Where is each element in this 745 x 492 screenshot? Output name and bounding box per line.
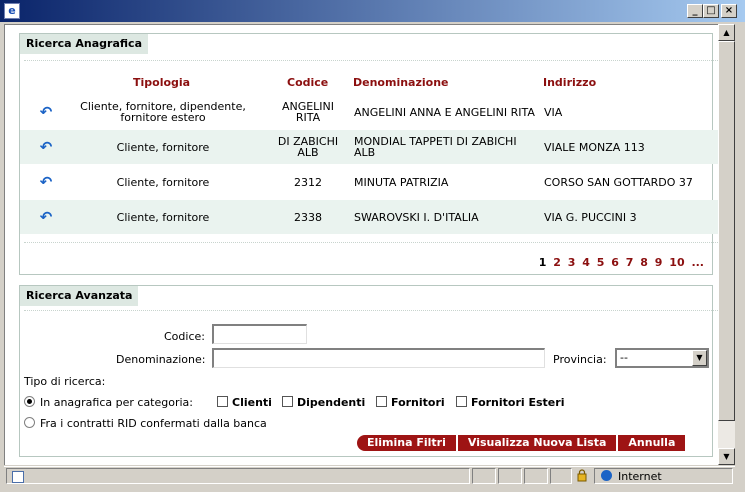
page-link[interactable]: 8 <box>640 256 648 269</box>
scroll-down-icon[interactable]: ▼ <box>718 448 735 465</box>
checkbox-fornitori-esteri-label: Fornitori Esteri <box>471 396 565 409</box>
zone-cell <box>594 468 733 484</box>
cell-denominazione: ANGELINI ANNA E ANGELINI RITA <box>354 105 535 119</box>
cell-denominazione: MINUTA PATRIZIA <box>354 175 449 189</box>
status-cell <box>550 468 572 484</box>
checkbox-clienti-label: Clienti <box>232 396 272 409</box>
visualizza-nuova-lista-button[interactable]: Visualizza Nuova Lista <box>457 435 619 451</box>
panel-title-anagrafica: Ricerca Anagrafica <box>20 34 149 54</box>
return-arrow-icon[interactable]: ↶ <box>34 95 58 129</box>
status-cell <box>524 468 548 484</box>
close-button[interactable]: × <box>721 4 737 18</box>
cell-tipologia: Cliente, fornitore <box>116 140 210 154</box>
cell-indirizzo: CORSO SAN GOTTARDO 37 <box>544 175 693 189</box>
codice-label: Codice: <box>164 330 205 343</box>
cell-denominazione: SWAROVSKI I. D'ITALIA <box>354 210 479 224</box>
page-link[interactable]: 2 <box>553 256 561 269</box>
cell-codice: 2312 <box>294 175 322 189</box>
status-bar: Internet <box>4 466 735 485</box>
annulla-button[interactable]: Annulla <box>618 435 688 451</box>
codice-input[interactable] <box>212 324 307 344</box>
checkbox-dipendenti[interactable] <box>282 396 293 407</box>
return-arrow-icon[interactable]: ↶ <box>34 200 58 234</box>
radio-rid[interactable] <box>24 417 35 428</box>
checkbox-fornitori-label: Fornitori <box>391 396 445 409</box>
chevron-down-icon[interactable]: ▼ <box>692 350 707 366</box>
cell-tipologia: Cliente, fornitore <box>116 175 210 189</box>
action-buttons: Elimina Filtri Visualizza Nuova Lista An… <box>357 435 688 451</box>
page-link[interactable]: 3 <box>568 256 576 269</box>
ie-app-icon[interactable]: e <box>4 3 20 19</box>
ricerca-avanzata-panel: Ricerca Avanzata Codice: Denominazione: … <box>19 285 722 457</box>
minimize-button[interactable]: _ <box>687 4 703 18</box>
radio-categoria-label: In anagrafica per categoria: <box>40 396 194 409</box>
table-row[interactable]: ↶ Cliente, fornitore, dipendente, fornit… <box>20 95 726 129</box>
tipo-ricerca-label: Tipo di ricerca: <box>24 375 106 388</box>
pagination: 1 2 3 4 5 6 7 8 9 10 ... <box>536 256 704 269</box>
status-text-cell <box>6 468 470 484</box>
provincia-selected-value: -- <box>620 351 628 364</box>
checkbox-fornitori[interactable] <box>376 396 387 407</box>
lock-icon <box>577 469 587 482</box>
title-bar: e _ □ × <box>0 0 745 22</box>
checkbox-fornitori-esteri[interactable] <box>456 396 467 407</box>
table-header: Tipologia Codice Denominazione Indirizzo <box>20 72 726 94</box>
cell-indirizzo: VIALE MONZA 113 <box>544 140 645 154</box>
page-icon <box>12 471 24 483</box>
cell-tipologia: Cliente, fornitore, dipendente, fornitor… <box>80 100 246 124</box>
page-link[interactable]: 9 <box>655 256 663 269</box>
return-arrow-icon[interactable]: ↶ <box>34 130 58 164</box>
cell-tipologia: Cliente, fornitore <box>116 210 210 224</box>
divider <box>24 242 722 243</box>
page-content: Ricerca Anagrafica Tipologia Codice Deno… <box>4 24 726 465</box>
col-indirizzo[interactable]: Indirizzo <box>543 76 596 89</box>
cell-indirizzo: VIA G. PUCCINI 3 <box>544 210 637 224</box>
checkbox-clienti[interactable] <box>217 396 228 407</box>
table-row[interactable]: ↶ Cliente, fornitore 2312 MINUTA PATRIZI… <box>20 165 726 199</box>
page-link[interactable]: 6 <box>611 256 619 269</box>
cell-codice: 2338 <box>294 210 322 224</box>
status-cell <box>472 468 496 484</box>
page-more-link[interactable]: ... <box>691 256 704 269</box>
col-denominazione[interactable]: Denominazione <box>353 76 449 89</box>
checkbox-dipendenti-label: Dipendenti <box>297 396 366 409</box>
divider <box>24 310 722 311</box>
col-codice[interactable]: Codice <box>287 76 328 89</box>
radio-categoria[interactable] <box>24 396 35 407</box>
page-link[interactable]: 10 <box>669 256 684 269</box>
provincia-select[interactable]: -- ▼ <box>615 348 709 368</box>
vertical-scrollbar[interactable]: ▲ ▼ <box>718 24 735 465</box>
page-link[interactable]: 5 <box>597 256 605 269</box>
globe-icon <box>601 470 612 481</box>
status-cell <box>498 468 522 484</box>
scroll-up-icon[interactable]: ▲ <box>718 24 735 41</box>
ricerca-anagrafica-panel: Ricerca Anagrafica Tipologia Codice Deno… <box>19 33 726 275</box>
page-link[interactable]: 4 <box>582 256 590 269</box>
elimina-filtri-button[interactable]: Elimina Filtri <box>357 435 458 451</box>
provincia-label: Provincia: <box>553 353 607 366</box>
radio-rid-label: Fra i contratti RID confermati dalla ban… <box>40 417 267 430</box>
denominazione-label: Denominazione: <box>116 353 206 366</box>
divider <box>24 60 722 61</box>
cell-codice: ANGELINI RITA <box>281 100 335 124</box>
maximize-button[interactable]: □ <box>703 4 719 18</box>
security-zone: Internet <box>618 470 662 483</box>
cell-indirizzo: VIA <box>544 105 563 119</box>
panel-title-avanzata: Ricerca Avanzata <box>20 286 139 306</box>
col-tipologia[interactable]: Tipologia <box>133 76 190 89</box>
cell-denominazione: MONDIAL TAPPETI DI ZABICHI ALB <box>354 135 517 159</box>
page-current: 1 <box>538 256 547 269</box>
denominazione-input[interactable] <box>212 348 545 368</box>
table-row[interactable]: ↶ Cliente, fornitore DI ZABICHI ALB MOND… <box>20 130 726 164</box>
cell-codice: DI ZABICHI ALB <box>277 135 339 159</box>
table-row[interactable]: ↶ Cliente, fornitore 2338 SWAROVSKI I. D… <box>20 200 726 234</box>
return-arrow-icon[interactable]: ↶ <box>34 165 58 199</box>
scroll-thumb[interactable] <box>718 41 735 421</box>
page-link[interactable]: 7 <box>626 256 634 269</box>
